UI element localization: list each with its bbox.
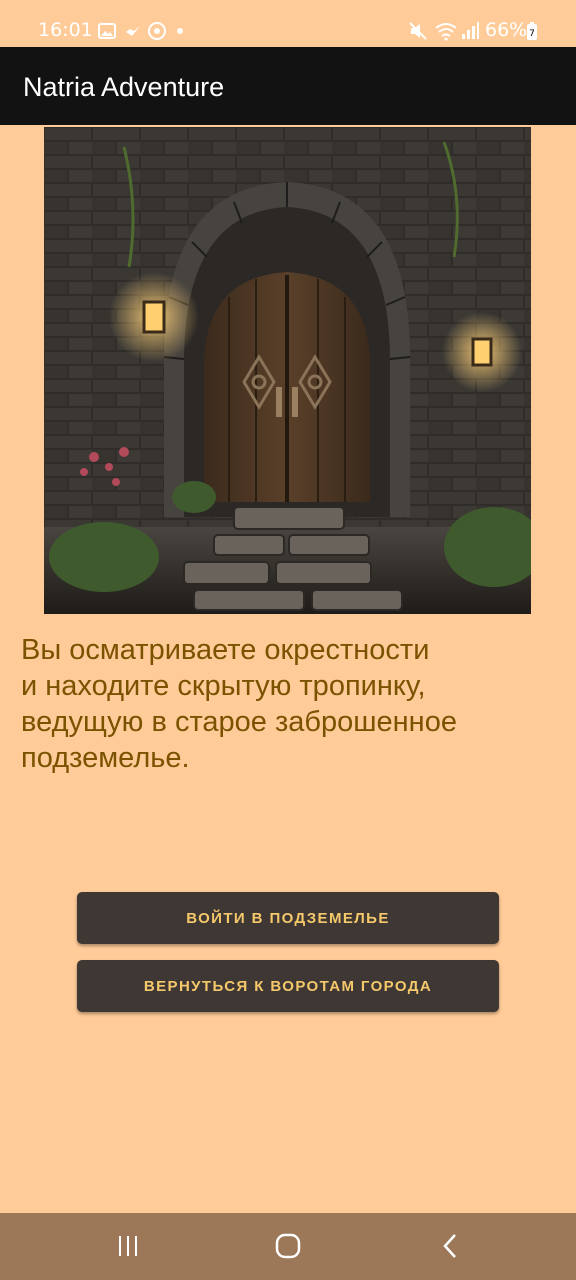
dot-icon xyxy=(176,21,184,41)
svg-text:7: 7 xyxy=(529,29,535,39)
sync-icon xyxy=(147,21,167,41)
status-time: 16:01 xyxy=(38,19,93,41)
dungeon-door-image xyxy=(44,127,531,614)
gallery-icon xyxy=(98,21,116,41)
battery-percent: 66% xyxy=(485,19,528,41)
mute-icon xyxy=(408,21,428,41)
return-to-city-gates-button[interactable]: ВЕРНУТЬСЯ К ВОРОТАМ ГОРОДА xyxy=(77,960,499,1012)
story-text: Вы осматриваете окрестности и находите с… xyxy=(21,634,457,774)
signal-icon xyxy=(460,21,480,41)
navigation-bar xyxy=(0,1213,576,1280)
wifi-icon xyxy=(434,21,458,41)
app-title: Natria Adventure xyxy=(23,72,225,102)
back-icon[interactable] xyxy=(430,1231,470,1261)
recents-icon[interactable] xyxy=(108,1231,148,1261)
battery-icon: 7 xyxy=(526,21,538,41)
status-bar: 16:01 66% 7 xyxy=(0,0,576,47)
bird-icon xyxy=(124,21,142,41)
app-bar: Natria Adventure xyxy=(0,47,576,125)
enter-dungeon-button[interactable]: ВОЙТИ В ПОДЗЕМЕЛЬЕ xyxy=(77,892,499,944)
home-icon[interactable] xyxy=(268,1231,308,1261)
